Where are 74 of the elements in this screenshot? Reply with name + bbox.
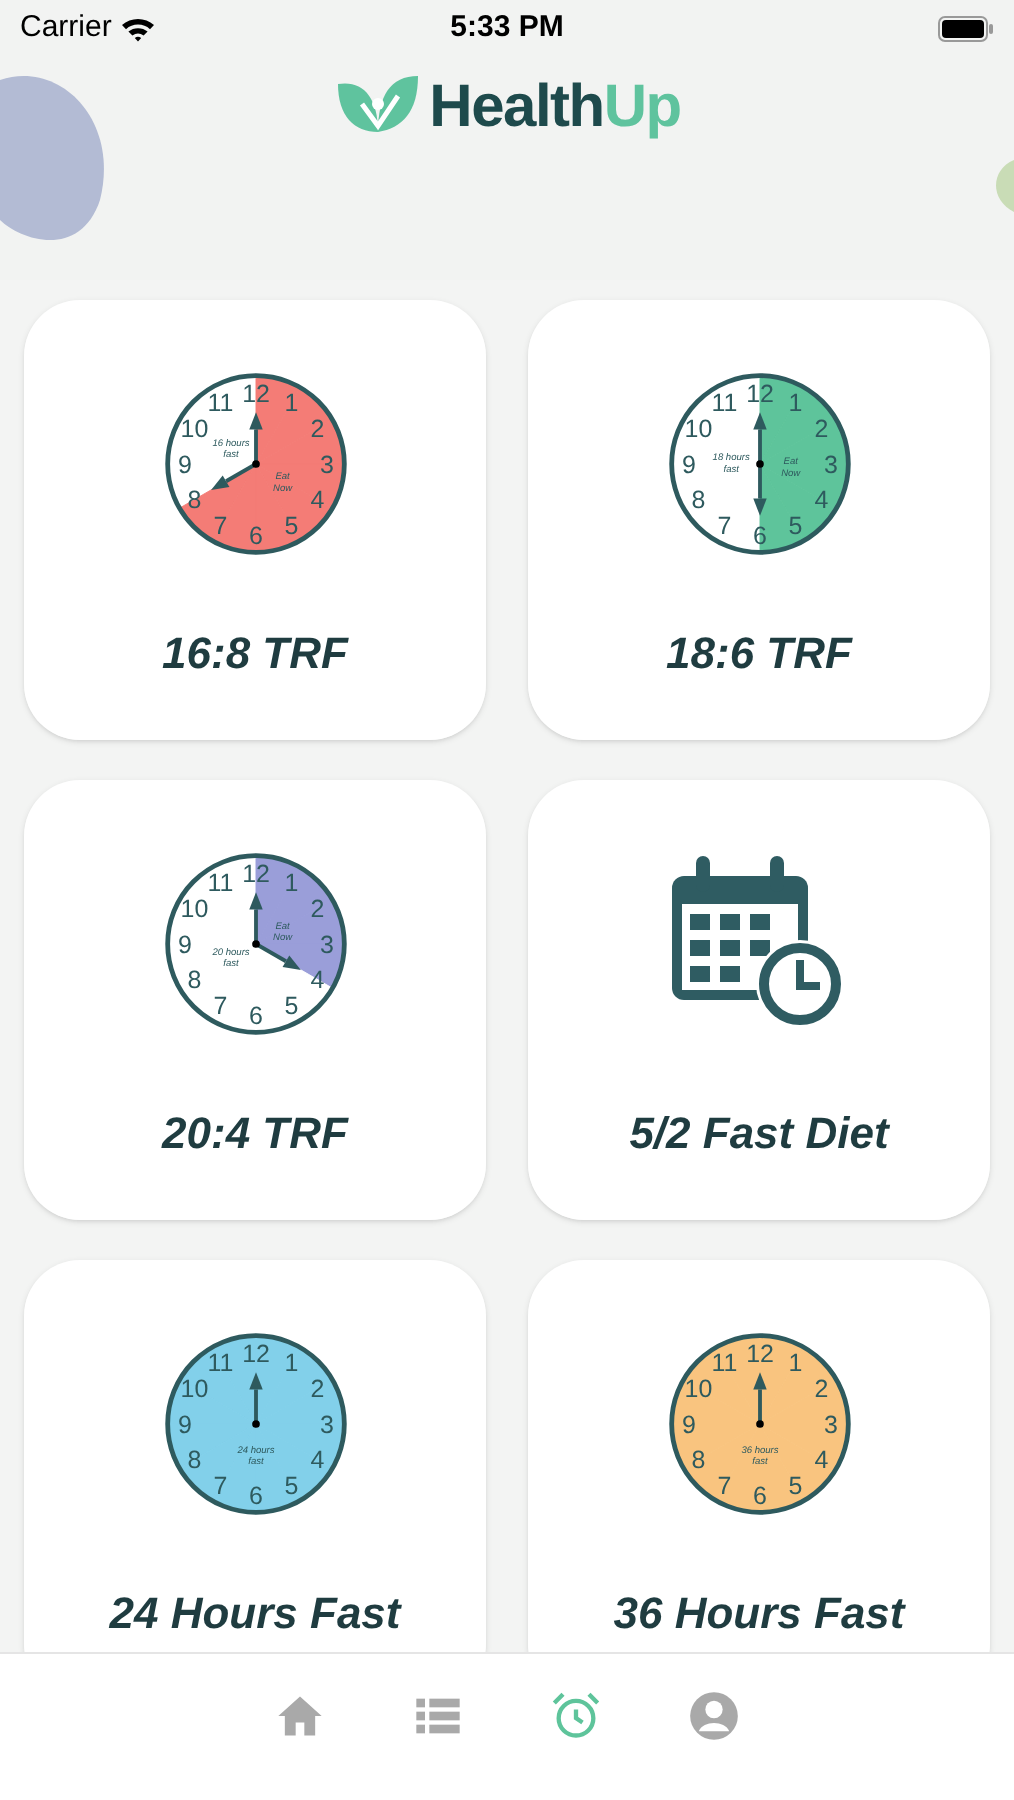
clock-numeral: 5 (283, 512, 298, 541)
clock-numeral: 7 (212, 992, 227, 1021)
clock-numeral: 3 (319, 930, 333, 959)
clock-numeral: 10 (683, 1375, 712, 1404)
clock-numeral: 5 (283, 1472, 298, 1501)
plan-title: 5/2 Fast Diet (629, 1106, 889, 1162)
clock-numeral: 3 (319, 450, 333, 479)
plan-title: 24 Hours Fast (109, 1586, 401, 1642)
alarm-clock-icon[interactable] (550, 1690, 602, 1742)
clock-hands (248, 892, 300, 970)
clock-numeral: 10 (179, 415, 208, 444)
clock-numeral: 11 (206, 389, 233, 418)
clock-numeral: 11 (206, 869, 233, 898)
clock-numeral: 3 (823, 1410, 837, 1439)
clock-numeral: 7 (716, 1472, 731, 1501)
clock-numeral: 5 (283, 992, 298, 1021)
clock-numeral: 10 (179, 1375, 208, 1404)
wifi-icon (119, 15, 156, 41)
plan-title: 20:4 TRF (162, 1106, 348, 1162)
clock-numeral: 1 (283, 869, 298, 898)
clock-numeral: 5 (787, 1472, 802, 1501)
clock-numeral: 2 (309, 415, 324, 444)
clock-numeral: 2 (309, 895, 324, 924)
clock-numeral: 10 (179, 895, 208, 924)
clock-numeral: 4 (309, 966, 324, 995)
clock-numeral: 4 (309, 1446, 324, 1475)
clock-numeral: 8 (186, 966, 201, 995)
clock-numeral: 7 (212, 512, 227, 541)
clock-numeral: 3 (319, 1410, 333, 1439)
clock-numeral: 1 (283, 1349, 298, 1378)
carrier-label: Carrier (20, 7, 112, 48)
clock-hands (752, 1372, 766, 1428)
plan-title: 36 Hours Fast (613, 1586, 905, 1642)
plan-title: 18:6 TRF (666, 626, 852, 682)
clock-numeral: 6 (752, 1481, 766, 1510)
clock-numeral: 4 (813, 1446, 828, 1475)
clock-numeral: 1 (787, 389, 802, 418)
clock-numeral: 9 (681, 1410, 695, 1439)
clock-numeral: 4 (309, 486, 324, 515)
clock-numeral: 12 (745, 1339, 773, 1368)
clock-numeral: 7 (716, 512, 731, 541)
clock-numeral: 8 (690, 486, 705, 515)
clock-numeral: 8 (690, 1446, 705, 1475)
clock-numeral: 4 (813, 486, 828, 515)
clock-hands (248, 1372, 262, 1428)
clock-numeral: 6 (248, 1481, 262, 1510)
clock-numeral: 11 (710, 1349, 737, 1378)
clock-hands (752, 412, 766, 516)
clock-numeral: 9 (177, 450, 191, 479)
clock-numeral: 6 (248, 521, 262, 550)
clock-numeral: 7 (212, 1472, 227, 1501)
clock-hands (210, 412, 262, 490)
clock-numeral: 3 (823, 450, 837, 479)
clock-numeral: 8 (186, 1446, 201, 1475)
clock-numeral: 5 (787, 512, 802, 541)
plan-title: 16:8 TRF (162, 626, 348, 682)
clock-numeral: 2 (309, 1375, 324, 1404)
clock-numeral: 11 (710, 389, 737, 418)
clock-numeral: 6 (248, 1001, 262, 1030)
logo-text: HealthUp (429, 71, 681, 143)
clock-numeral: 9 (177, 1410, 191, 1439)
clock-numeral: 1 (787, 1349, 802, 1378)
plan-card[interactable]: 5/2 Fast Diet (528, 780, 990, 1220)
clock-numeral: 2 (813, 1375, 828, 1404)
clock-numeral: 10 (683, 415, 712, 444)
clock-numeral: 11 (206, 1349, 233, 1378)
clock-numeral: 2 (813, 415, 828, 444)
clock-numeral: 1 (283, 389, 298, 418)
clock-numeral: 9 (681, 450, 695, 479)
clock-numeral: 9 (177, 930, 191, 959)
battery-icon (937, 15, 994, 41)
profile-icon[interactable] (688, 1690, 740, 1742)
status-time: 5:33 PM (450, 7, 564, 48)
clock-numeral: 12 (241, 1339, 269, 1368)
